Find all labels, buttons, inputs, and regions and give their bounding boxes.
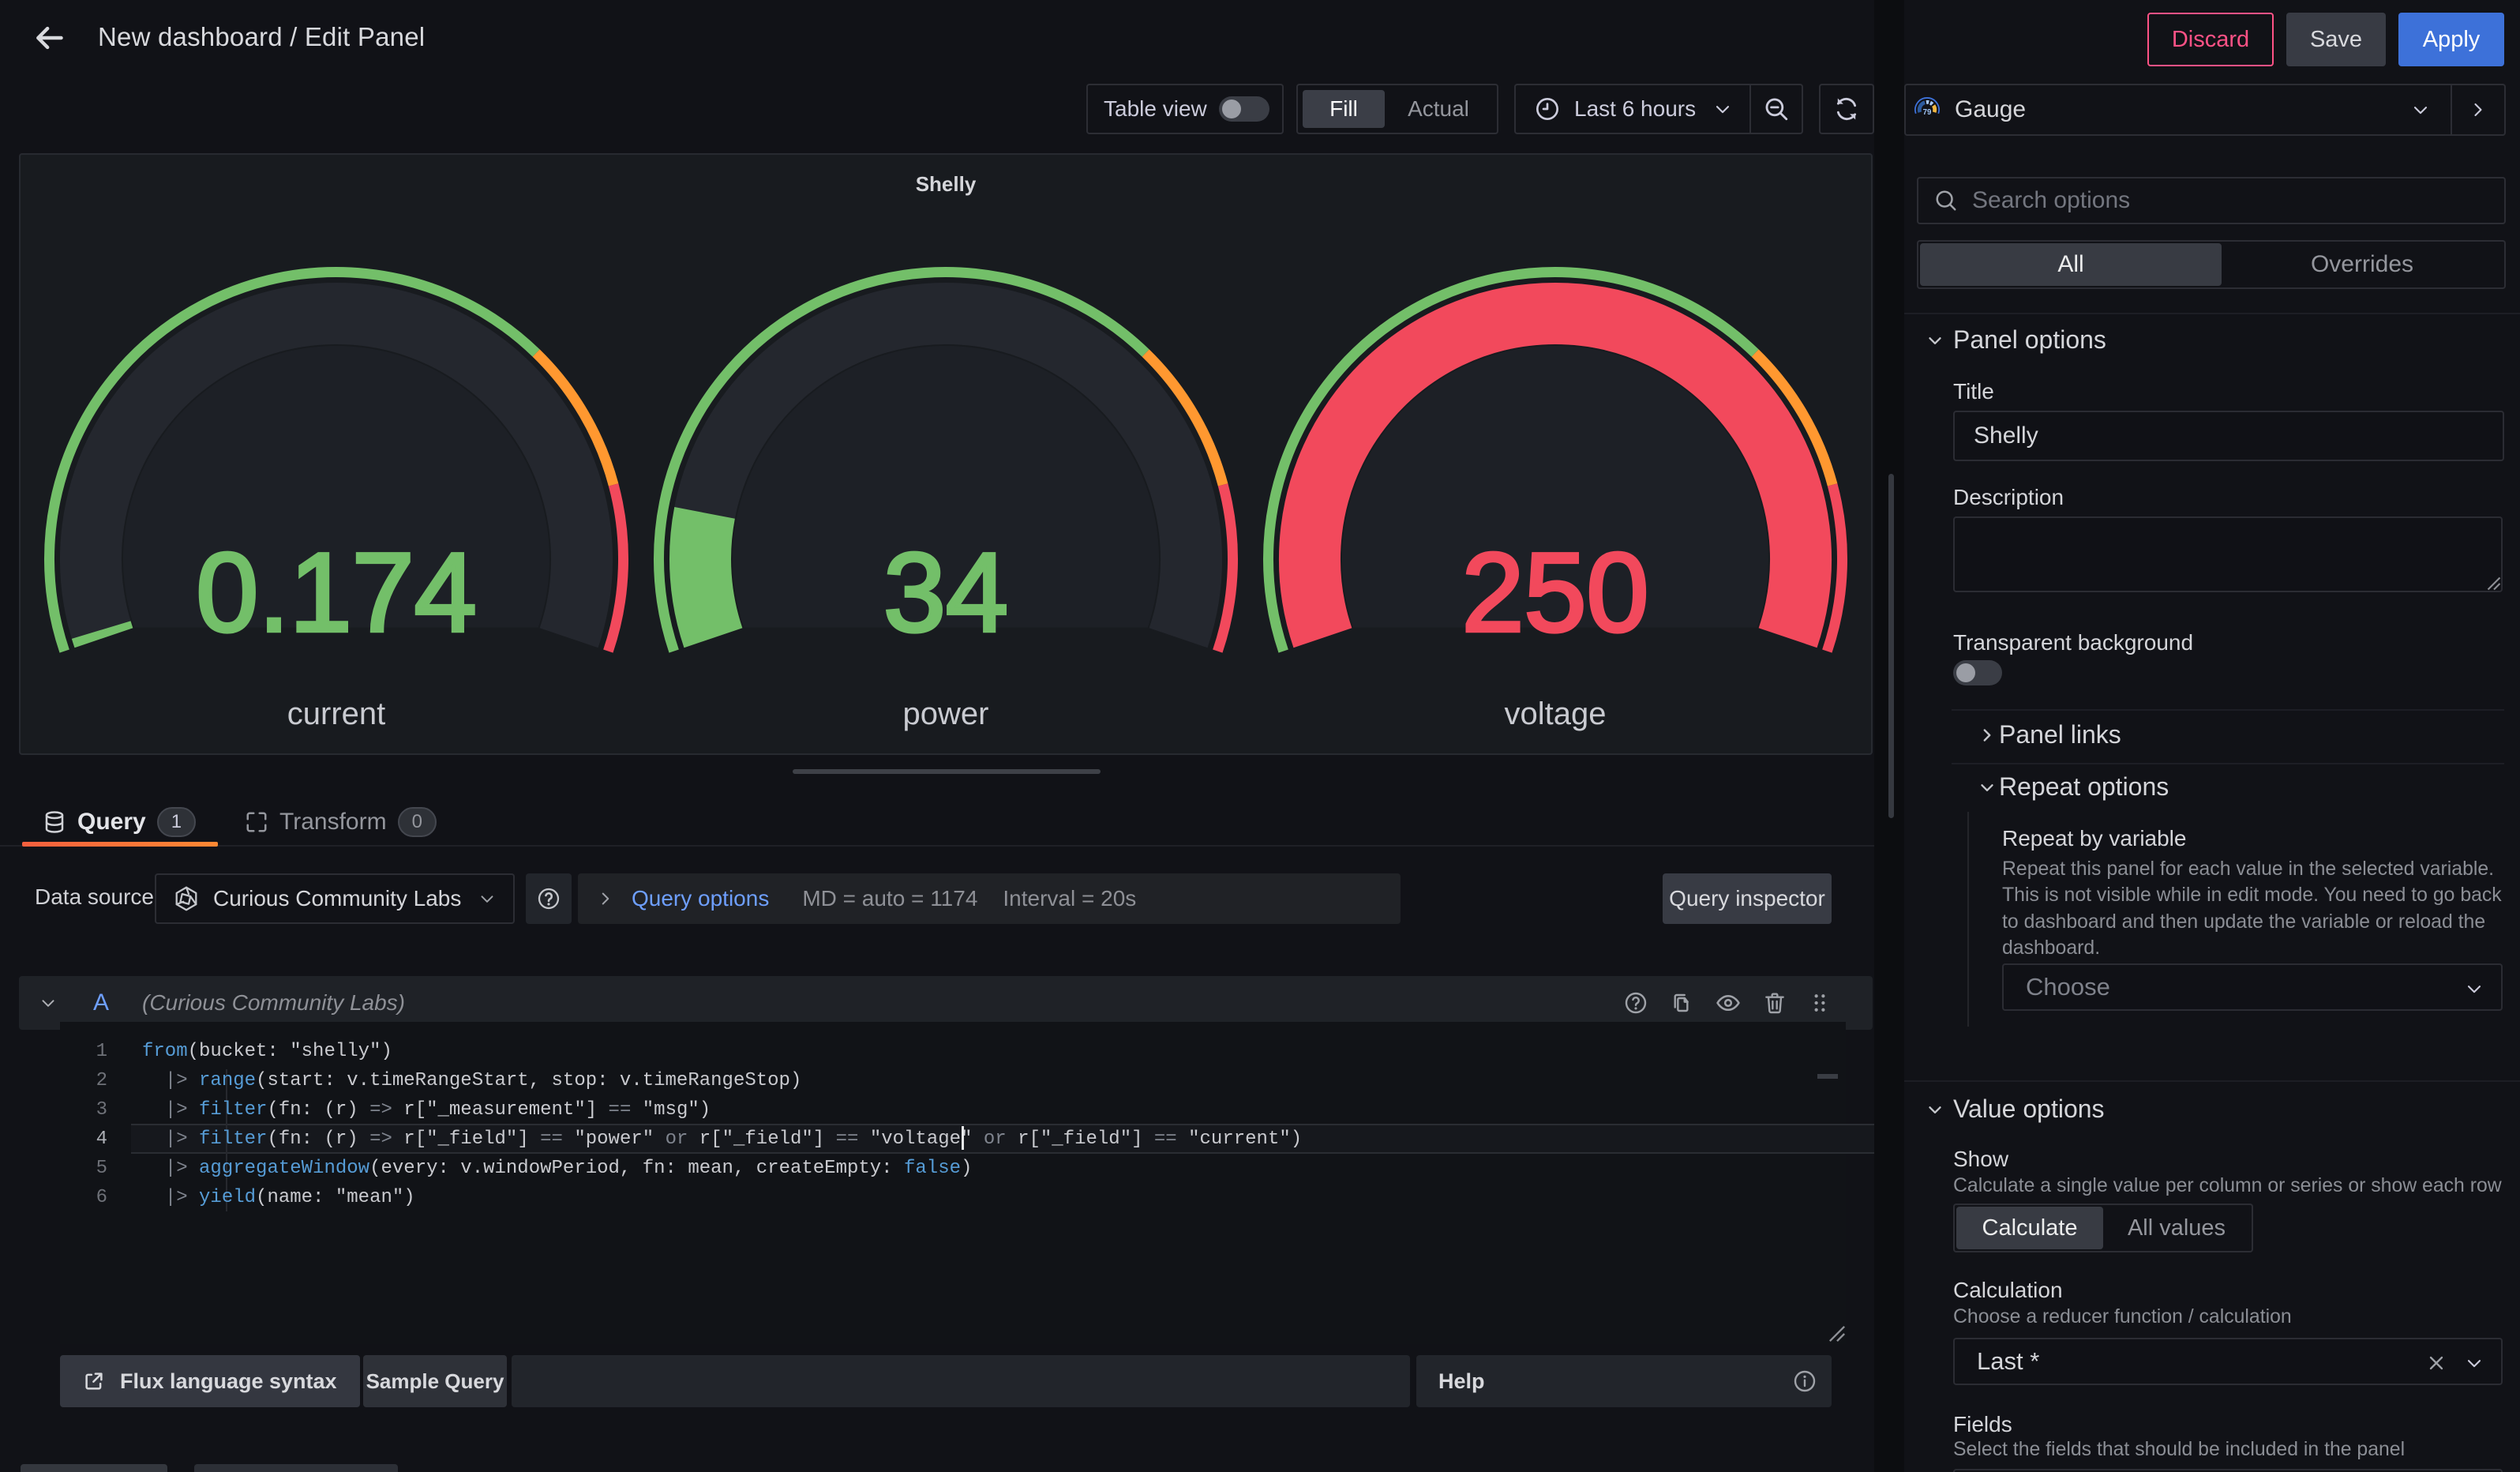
svg-text:250: 250 <box>1462 530 1649 655</box>
svg-text:79: 79 <box>1923 108 1932 117</box>
svg-text:0.174: 0.174 <box>196 530 476 655</box>
svg-text:34: 34 <box>883 530 1008 655</box>
